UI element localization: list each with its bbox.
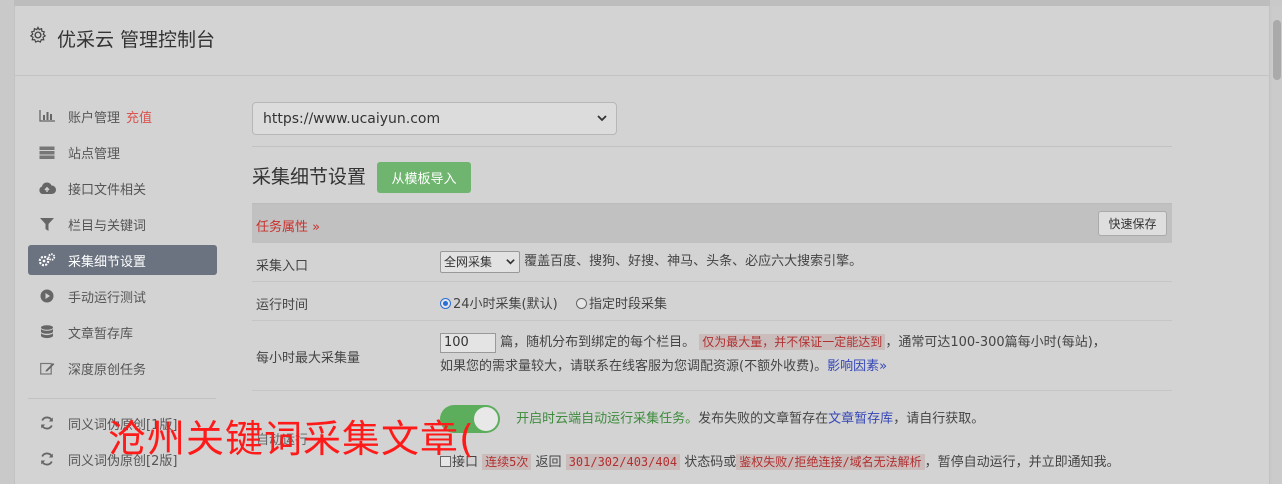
main-content: https://www.ucaiyun.com 采集细节设置 从模板导入 任务属… xyxy=(252,102,1172,470)
row-max-per-hour: 每小时最大采集量 100 篇，随机分布到绑定的每个栏目。 仅为最大量，并不保证一… xyxy=(252,321,1172,391)
scrollbar-thumb[interactable] xyxy=(1273,20,1281,80)
sidebar-item-account[interactable]: 账户管理 充值 xyxy=(28,98,218,134)
edit-icon xyxy=(38,361,56,375)
sidebar-item-label: 深度原创任务 xyxy=(68,362,147,378)
gear-icon xyxy=(29,26,47,43)
pause-text-2: 状态码或 xyxy=(684,455,737,470)
entry-select[interactable]: 全网采集 xyxy=(440,250,520,273)
sidebar-item-columns[interactable]: 栏目与关键词 xyxy=(28,206,218,242)
row-content: 24小时采集(默认) 指定时段采集 xyxy=(440,293,667,312)
entry-description: 覆盖百度、搜狗、好搜、神马、头条、必应六大搜索引擎。 xyxy=(524,254,863,269)
sidebar-item-label: 文章暂存库 xyxy=(68,326,134,342)
pause-tag-2: 301/302/403/404 xyxy=(565,454,681,470)
max-per-hour-input[interactable]: 100 xyxy=(440,332,496,353)
radio-24h[interactable] xyxy=(440,298,451,309)
row-entry: 采集入口 全网采集 覆盖百度、搜狗、好搜、神马、头条、必应六大搜索引擎。 xyxy=(252,243,1172,282)
sidebar-item-manual-run[interactable]: 手动运行测试 xyxy=(28,278,218,314)
sidebar-item-collect-settings[interactable]: 采集细节设置 xyxy=(28,245,217,275)
row-content: 开启时云端自动运行采集任务。发布失败的文章暂存在文章暂存库，请自行获取。 xyxy=(440,405,984,433)
section-title: 采集细节设置 xyxy=(252,166,367,188)
quick-save-button[interactable]: 快速保存 xyxy=(1098,211,1167,236)
watermark-text: 沧州关键词采集文章( xyxy=(108,417,475,461)
bar-chart-icon xyxy=(38,109,56,123)
auto-run-text-1: 发布失败的文章暂存在 xyxy=(698,411,829,427)
task-attributes-bar: 任务属性 » 快速保存 xyxy=(252,203,1172,243)
site-select-value: https://www.ucaiyun.com xyxy=(263,110,441,127)
filter-icon xyxy=(38,217,56,231)
radio-scheduled-label[interactable]: 指定时段采集 xyxy=(589,297,667,312)
pause-tag-3: 鉴权失败/拒绝连接/域名无法解析 xyxy=(736,454,925,470)
row-label: 采集入口 xyxy=(256,259,309,274)
site-select[interactable]: https://www.ucaiyun.com xyxy=(252,102,617,135)
recharge-link[interactable]: 充值 xyxy=(126,107,152,126)
database-icon xyxy=(38,324,56,339)
sidebar-item-label: 采集细节设置 xyxy=(68,254,147,270)
divider xyxy=(252,146,1172,147)
chevron-down-icon xyxy=(597,115,607,122)
play-circle-icon xyxy=(38,289,56,303)
sidebar-item-interface[interactable]: 接口文件相关 xyxy=(28,170,218,206)
row-content: 全网采集 覆盖百度、搜狗、好搜、神马、头条、必应六大搜索引擎。 xyxy=(440,250,862,273)
sidebar-item-label: 站点管理 xyxy=(68,146,121,162)
pause-tag-1: 连续5次 xyxy=(482,454,532,470)
auto-run-text-2: ，请自行获取。 xyxy=(893,411,985,427)
cogs-icon xyxy=(38,253,56,267)
radio-24h-label[interactable]: 24小时采集(默认) xyxy=(453,297,558,312)
sidebar-item-label: 接口文件相关 xyxy=(68,182,147,198)
row-label: 每小时最大采集量 xyxy=(256,351,361,366)
scrollbar[interactable] xyxy=(1272,6,1282,484)
influence-factors-link[interactable]: 影响因素» xyxy=(827,359,887,374)
sidebar-item-deep-original[interactable]: 深度原创任务 xyxy=(28,350,218,386)
sidebar-item-label: 账户管理 xyxy=(68,110,121,126)
sidebar-item-article-store[interactable]: 文章暂存库 xyxy=(28,314,218,350)
row-content: 接口 连续5次 返回 301/302/403/404 状态码或 鉴权失败/拒绝连接… xyxy=(440,451,1120,470)
max-text-3: 如果您的需求量较大，请联系在线客服为您调配资源(不额外收费)。 xyxy=(440,359,828,374)
radio-scheduled[interactable] xyxy=(575,298,587,309)
row-label: 运行时间 xyxy=(256,298,309,313)
sidebar-divider xyxy=(28,398,216,399)
import-template-button[interactable]: 从模板导入 xyxy=(377,162,471,193)
server-icon xyxy=(38,145,56,159)
page-title: 优采云 管理控制台 xyxy=(57,29,216,51)
article-store-link[interactable]: 文章暂存库 xyxy=(828,412,893,427)
sidebar-item-label: 栏目与关键词 xyxy=(68,218,147,234)
pause-text-1: 返回 xyxy=(535,455,562,470)
refresh-icon xyxy=(38,452,56,466)
sidebar-item-sites[interactable]: 站点管理 xyxy=(28,134,218,170)
max-text-1: 篇，随机分布到绑定的每个栏目。 xyxy=(500,335,696,350)
entry-select-value: 全网采集 xyxy=(444,255,493,269)
task-attributes-toggle[interactable]: 任务属性 » xyxy=(256,216,320,235)
page-header: 优采云 管理控制台 xyxy=(15,6,1269,76)
chevron-down-icon xyxy=(506,258,515,265)
sidebar-item-label: 手动运行测试 xyxy=(68,290,147,306)
max-warning-tag: 仅为最大量，并不保证一定能达到 xyxy=(699,334,886,350)
cloud-upload-icon xyxy=(38,181,56,195)
row-content: 100 篇，随机分布到绑定的每个栏目。 仅为最大量，并不保证一定能达到 ，通常可达… xyxy=(440,330,1172,379)
row-runtime: 运行时间 24小时采集(默认) 指定时段采集 xyxy=(252,282,1172,321)
max-text-2: ，通常可达100-300篇每小时(每站)， xyxy=(885,335,1106,350)
pause-text-3: ，暂停自动运行，并立即通知我。 xyxy=(924,455,1120,470)
refresh-icon xyxy=(38,416,56,430)
auto-run-text: 开启时云端自动运行采集任务。 xyxy=(516,411,699,427)
